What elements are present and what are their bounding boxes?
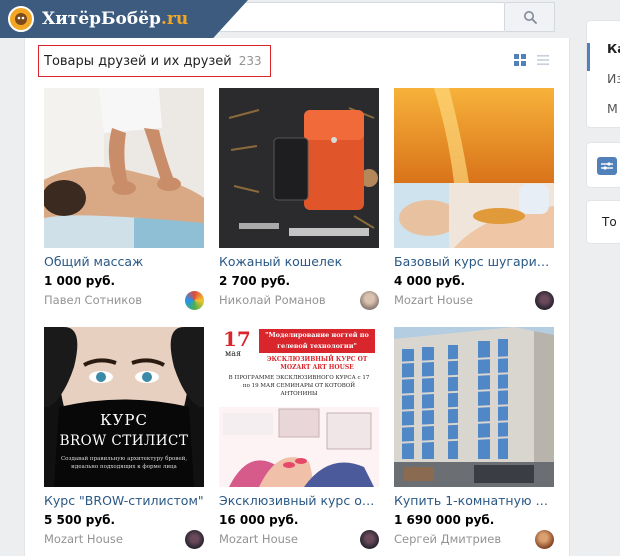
filter-sliders-icon: [601, 162, 613, 170]
product-image-sugaring[interactable]: [394, 88, 554, 248]
product-card[interactable]: Базовый курс шугаринга... 4 000 руб. Moz…: [394, 88, 554, 310]
brow-course-line1: КУРС: [99, 411, 149, 429]
filter-panel: [586, 142, 620, 188]
product-title-link[interactable]: Купить 1-комнатную ква...: [394, 493, 554, 508]
product-title-link[interactable]: Курс "BROW-стилистом": [44, 493, 204, 508]
product-card[interactable]: КУРС BROW СТИЛИСТ Создавай правильную ар…: [44, 327, 204, 549]
list-view-toggle[interactable]: [537, 54, 549, 66]
sidebar-item-1[interactable]: Из: [607, 71, 620, 86]
search-button[interactable]: [505, 2, 555, 32]
section-header: Товары друзей и их друзей 233: [38, 45, 271, 77]
sidebar-active-indicator: [587, 43, 590, 71]
search-input[interactable]: [200, 2, 505, 32]
seller-avatar[interactable]: [535, 291, 554, 310]
search-icon: [523, 11, 537, 24]
poster-body: В ПРОГРАММЕ ЭКСКЛЮЗИВНОГО КУРСА с 17 по …: [228, 375, 370, 397]
product-image-brow-course[interactable]: КУРС BROW СТИЛИСТ Создавай правильную ар…: [44, 327, 204, 487]
product-image-apartment[interactable]: [394, 327, 554, 487]
product-card[interactable]: 17 мая "Моделирование ногтей по гелевой …: [219, 327, 379, 549]
product-price: 1 690 000 руб.: [394, 513, 495, 527]
sort-panel[interactable]: То: [586, 200, 620, 244]
product-title-link[interactable]: Эксклюзивный курс от М...: [219, 493, 379, 508]
product-price: 1 000 руб.: [44, 274, 116, 288]
brow-course-caption: Создавай правильную архитектуру бровей, …: [60, 456, 188, 470]
list-view-icon: [537, 55, 549, 65]
poster-month: мая: [225, 349, 242, 358]
product-price: 2 700 руб.: [219, 274, 291, 288]
seller-name-link[interactable]: Сергей Дмитриев: [394, 532, 529, 546]
product-card[interactable]: Кожаный кошелек 2 700 руб. Николай Роман…: [219, 88, 379, 310]
product-price: 5 500 руб.: [44, 513, 116, 527]
sidebar-item-0[interactable]: Ка: [607, 41, 620, 56]
product-image-wallet[interactable]: [219, 88, 379, 248]
filter-button[interactable]: [597, 157, 617, 175]
grid-view-icon: [514, 54, 526, 66]
poster-day: 17: [223, 327, 251, 351]
poster-headline: "Моделирование ногтей по гелевой техноло…: [259, 329, 375, 353]
product-title-link[interactable]: Базовый курс шугаринга...: [394, 254, 554, 269]
section-count: 233: [238, 54, 262, 68]
watermark-logo: ХитёрБобёр.ru: [0, 0, 248, 38]
seller-avatar[interactable]: [185, 530, 204, 549]
grid-view-toggle[interactable]: [514, 54, 526, 66]
seller-name-link[interactable]: Mozart House: [219, 532, 354, 546]
seller-name-link[interactable]: Mozart House: [394, 293, 529, 307]
section-title: Товары друзей и их друзей: [44, 53, 232, 69]
seller-name-link[interactable]: Николай Романов: [219, 293, 354, 307]
seller-avatar[interactable]: [360, 530, 379, 549]
top-bar: ХитёрБобёр.ru: [0, 0, 570, 38]
product-price: 16 000 руб.: [219, 513, 299, 527]
seller-avatar[interactable]: [535, 530, 554, 549]
seller-avatar[interactable]: [360, 291, 379, 310]
product-title-link[interactable]: Кожаный кошелек: [219, 254, 379, 269]
watermark-text: ХитёрБобёр.ru: [42, 9, 189, 29]
sidebar-item-2[interactable]: М: [607, 101, 618, 116]
seller-avatar[interactable]: [185, 291, 204, 310]
products-panel: Товары друзей и их друзей 233 Общий масс…: [24, 38, 570, 556]
product-card[interactable]: Купить 1-комнатную ква... 1 690 000 руб.…: [394, 327, 554, 549]
beaver-logo-icon: [8, 6, 34, 32]
sort-label: То: [602, 215, 617, 229]
product-image-massage[interactable]: [44, 88, 204, 248]
sidebar-menu: Ка Из М: [586, 20, 620, 128]
product-title-link[interactable]: Общий массаж: [44, 254, 204, 269]
brow-course-line2: BROW СТИЛИСТ: [59, 433, 189, 449]
product-card[interactable]: Общий массаж 1 000 руб. Павел Сотников: [44, 88, 204, 310]
seller-name-link[interactable]: Mozart House: [44, 532, 179, 546]
product-image-nail-course[interactable]: 17 мая "Моделирование ногтей по гелевой …: [219, 327, 379, 487]
product-price: 4 000 руб.: [394, 274, 466, 288]
poster-subhead: ЭКСКЛЮЗИВНЫЙ КУРС ОТ MOZART ART HOUSE: [266, 356, 368, 371]
seller-name-link[interactable]: Павел Сотников: [44, 293, 179, 307]
